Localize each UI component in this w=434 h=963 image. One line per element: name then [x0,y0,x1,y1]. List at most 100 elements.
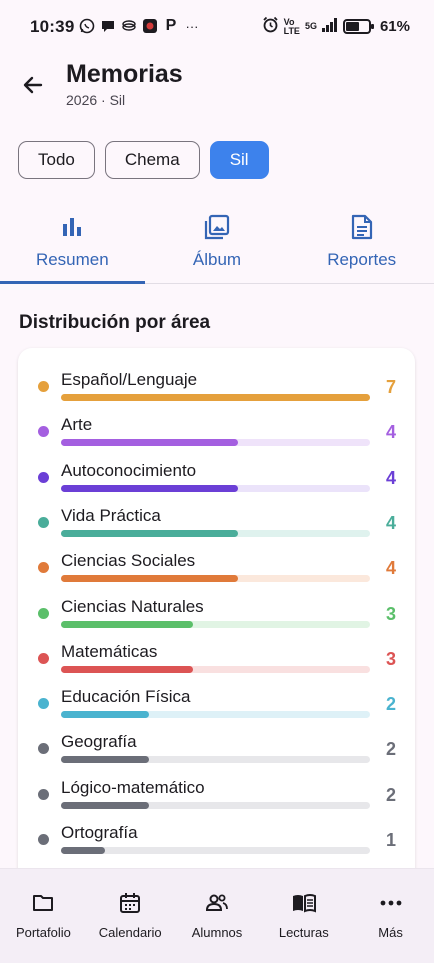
area-row: Vida Práctica 4 [18,492,415,537]
battery-percent: 61% [379,18,410,35]
area-name: Ciencias Sociales [61,551,196,571]
area-color-dot [38,516,49,528]
tab-album-label: Álbum [192,250,242,269]
area-color-dot [38,381,49,392]
network-type-icon: 5G [304,21,317,31]
area-progress-bar [61,394,370,401]
tab-resumen-label: Resumen [35,250,109,269]
area-count: 4 [385,422,396,443]
area-name: Vida Práctica [61,505,161,525]
nav-portafolio[interactable]: Portafolio [0,869,87,963]
section-title: Distribución por área [19,312,211,333]
area-progress-track [61,847,370,854]
chip-chema[interactable]: Chema [104,141,200,179]
more-horizontal-icon [380,891,402,915]
area-color-dot [38,652,49,664]
nav-lecturas[interactable]: Lecturas [260,869,347,963]
area-progress-track [61,529,370,537]
area-progress-bar [61,711,150,719]
tab-reportes-label: Reportes [327,250,397,269]
area-color-dot [38,471,49,483]
arrow-left-icon [23,76,43,94]
area-progress-bar [61,484,238,492]
area-progress-bar [61,665,194,673]
nav-portafolio-label: Portafolio [15,925,71,940]
nav-alumnos[interactable]: Alumnos [174,869,261,963]
more-notifications-icon: ··· [185,18,199,34]
area-count: 7 [385,377,396,397]
area-row: Español/Lenguaje 7 [18,356,415,401]
area-row: Geografía 2 [18,718,415,764]
area-count: 4 [385,558,396,579]
area-row: Ciencias Sociales 4 [18,537,415,583]
filter-chips: Todo Chema Sil [18,141,269,179]
area-count: 2 [385,739,396,760]
back-button[interactable] [18,70,48,100]
area-name: Ortografía [61,823,138,842]
area-name: Arte [61,415,93,435]
nav-mas[interactable]: Más [347,869,434,963]
volte-icon: Vo LTE [283,16,300,36]
area-progress-track [61,575,370,583]
nav-calendario[interactable]: Calendario [87,869,174,963]
chip-todo[interactable]: Todo [18,141,95,179]
area-progress-bar [61,439,238,447]
nav-mas-label: Más [378,925,403,940]
area-row: Lógico-matemático 2 [18,764,415,809]
status-bar: 10:39 P ··· Vo LTE 5G 61% [0,0,434,52]
tab-bar: Resumen Álbum Reportes [0,204,434,284]
area-name: Educación Física [61,687,191,707]
book-icon [291,891,317,915]
document-icon [351,210,373,244]
area-count: 3 [385,603,396,624]
area-progress-bar [61,575,238,583]
area-progress-bar [61,529,238,537]
bottom-navigation: Portafolio Calendario Alumnos Lecturas M… [0,868,434,963]
area-row: Autoconocimiento 4 [18,447,415,492]
tab-resumen[interactable]: Resumen [0,204,145,284]
tab-album[interactable]: Álbum [145,204,290,283]
nav-lecturas-label: Lecturas [278,925,329,940]
area-count: 2 [385,694,396,715]
area-progress-bar [61,801,150,809]
area-color-dot [38,788,49,800]
calendar-icon [119,891,141,915]
bar-chart-icon [61,210,83,244]
distribution-card: Español/Lenguaje 7 Arte 4 Autoconocimiento 4 V… [18,348,415,888]
area-progress-track [61,801,370,809]
signal-icon [321,17,338,36]
area-progress-track [61,620,370,628]
area-name: Lógico-matemático [61,777,205,797]
status-time: 10:39 [30,17,75,36]
chip-sil[interactable]: Sil [209,141,269,179]
area-count: 3 [385,648,396,669]
area-name: Geografía [61,732,137,752]
area-progress-track [61,711,370,719]
tab-reportes[interactable]: Reportes [289,204,434,283]
area-progress-track [61,484,370,492]
area-color-dot [38,426,49,438]
area-color-dot [38,834,49,845]
alarm-icon [262,16,279,37]
page-subtitle: 2026 · Sil [66,92,126,108]
area-name: Ciencias Naturales [61,596,204,616]
system-icons: Vo LTE 5G 61% [262,16,410,37]
area-count: 4 [385,512,396,533]
app-icon [141,17,159,35]
area-color-dot [38,743,49,755]
area-progress-track [61,439,370,447]
chat-bubble-icon [99,17,117,35]
area-color-dot [38,698,49,710]
area-progress-track [61,756,370,764]
area-row: Ciencias Naturales 3 [18,583,415,628]
area-color-dot [38,607,49,619]
people-icon [205,891,229,915]
area-progress-bar [61,620,194,628]
area-count: 1 [385,830,396,850]
area-row: Ortografía 1 [18,809,415,854]
battery-icon [342,19,374,34]
area-name: Español/Lenguaje [61,370,198,389]
area-count: 2 [385,784,396,805]
area-color-dot [38,562,49,574]
folder-icon [32,891,54,915]
